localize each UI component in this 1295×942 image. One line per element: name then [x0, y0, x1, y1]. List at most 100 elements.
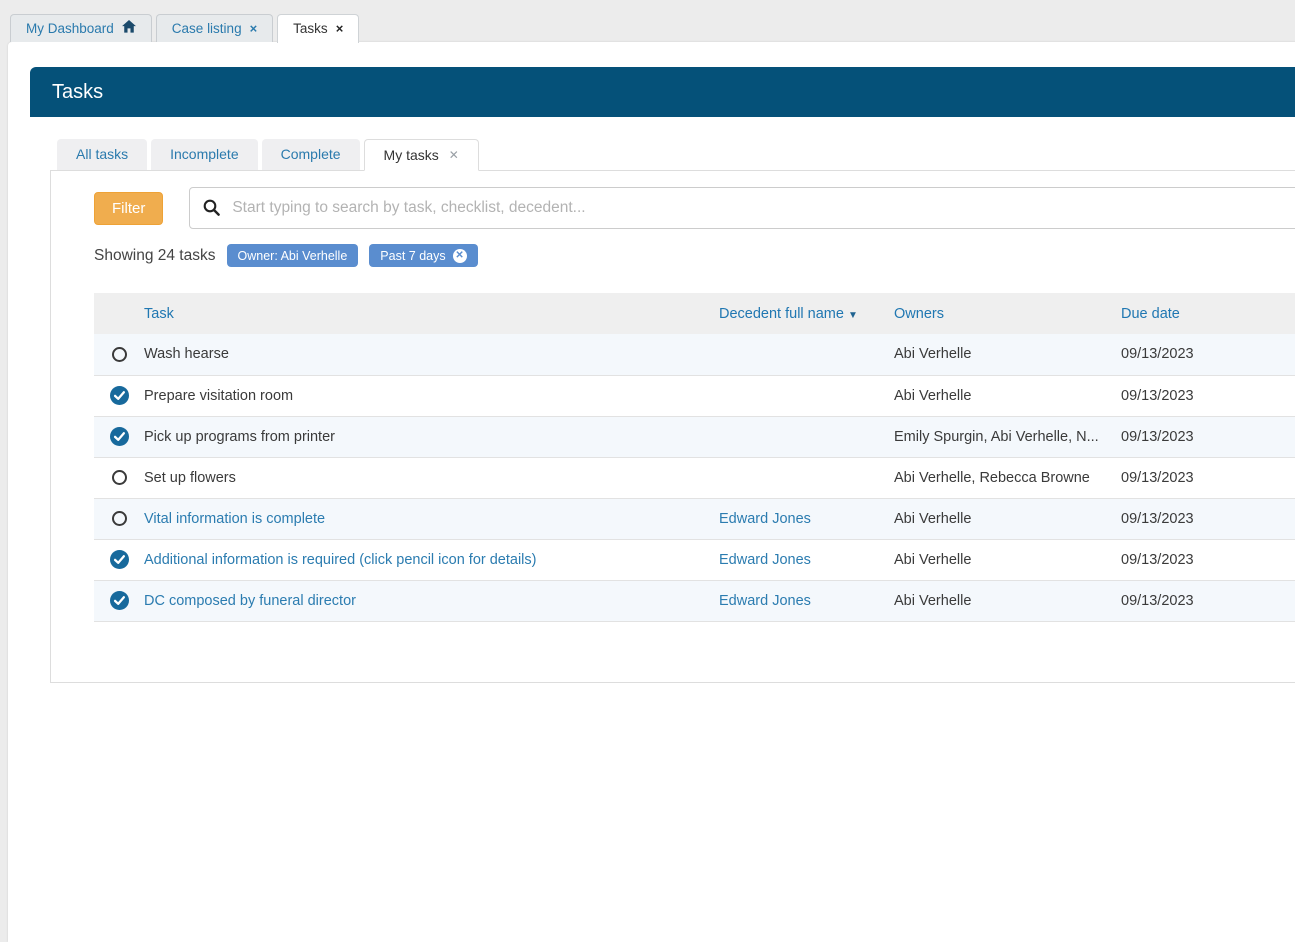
window-tab-bar: My Dashboard Case listing × Tasks × — [10, 14, 363, 43]
task-status-cell — [94, 375, 144, 416]
search-icon — [203, 199, 220, 216]
table-header-row: Task Decedent full name ▼ Owners Due date — [94, 293, 1295, 334]
task-incomplete-icon[interactable] — [112, 511, 127, 526]
column-header-label: Owners — [894, 306, 944, 322]
task-incomplete-icon[interactable] — [112, 347, 127, 362]
owners-cell: Abi Verhelle — [894, 334, 1121, 375]
task-status-cell — [94, 498, 144, 539]
task-complete-icon[interactable] — [110, 387, 129, 403]
view-tab-all-tasks[interactable]: All tasks — [57, 139, 147, 170]
remove-chip-icon[interactable]: ✕ — [453, 249, 467, 263]
summary-text: Showing 24 tasks — [94, 247, 216, 265]
task-label: Pick up programs from printer — [144, 429, 335, 445]
close-tab-icon[interactable]: × — [250, 21, 258, 36]
column-header-label: Task — [144, 306, 174, 322]
due-date-cell: 09/13/2023 — [1121, 416, 1295, 457]
task-status-cell — [94, 580, 144, 621]
due-date-cell: 09/13/2023 — [1121, 457, 1295, 498]
decedent-cell: Edward Jones — [719, 498, 894, 539]
filter-button[interactable]: Filter — [94, 192, 163, 225]
task-label[interactable]: DC composed by funeral director — [144, 593, 356, 609]
task-complete-icon[interactable] — [110, 551, 129, 567]
window-tab-label: Case listing — [172, 21, 242, 36]
view-tab-my-tasks[interactable]: My tasks ✕ — [364, 139, 479, 171]
filter-chips: Owner: Abi Verhelle Past 7 days ✕ — [216, 244, 478, 267]
task-label: Prepare visitation room — [144, 388, 293, 404]
home-icon — [122, 20, 136, 36]
tasks-panel: Filter Showing 24 tasks Owner: Abi Verhe… — [50, 170, 1295, 683]
owners-cell: Abi Verhelle — [894, 375, 1121, 416]
view-tab-bar: All tasks Incomplete Complete My tasks ✕ — [57, 139, 1295, 170]
task-status-cell — [94, 457, 144, 498]
task-complete-icon[interactable] — [110, 428, 129, 444]
summary-row: Showing 24 tasks Owner: Abi Verhelle Past… — [94, 244, 1295, 267]
due-date-cell: 09/13/2023 — [1121, 539, 1295, 580]
filter-chip-label: Owner: Abi Verhelle — [238, 249, 348, 263]
view-tab-incomplete[interactable]: Incomplete — [151, 139, 257, 170]
task-cell: Vital information is complete — [144, 498, 719, 539]
column-header-task[interactable]: Task — [144, 293, 719, 334]
decedent-link[interactable]: Edward Jones — [719, 552, 811, 568]
task-cell: DC composed by funeral director — [144, 580, 719, 621]
due-date-cell: 09/13/2023 — [1121, 334, 1295, 375]
table-row: Pick up programs from printerEmily Spurg… — [94, 416, 1295, 457]
search-box — [189, 187, 1295, 229]
task-label: Set up flowers — [144, 470, 236, 486]
decedent-cell: Edward Jones — [719, 539, 894, 580]
task-status-cell — [94, 334, 144, 375]
view-tab-complete[interactable]: Complete — [262, 139, 360, 170]
window-tab-tasks[interactable]: Tasks × — [277, 14, 359, 43]
search-input[interactable] — [189, 187, 1295, 229]
owners-cell: Abi Verhelle — [894, 580, 1121, 621]
column-header-owners[interactable]: Owners — [894, 293, 1121, 334]
tasks-table: Task Decedent full name ▼ Owners Due date Wa… — [94, 293, 1295, 622]
due-date-cell: 09/13/2023 — [1121, 580, 1295, 621]
page-header: Tasks — [30, 67, 1295, 117]
filter-chip-label: Past 7 days — [380, 249, 445, 263]
column-header-due-date[interactable]: Due date — [1121, 293, 1295, 334]
window-tab-case-listing[interactable]: Case listing × — [156, 14, 273, 42]
task-cell: Pick up programs from printer — [144, 416, 719, 457]
task-status-cell — [94, 539, 144, 580]
window-tab-my-dashboard[interactable]: My Dashboard — [10, 14, 152, 42]
window-tab-label: Tasks — [293, 21, 328, 36]
task-cell: Set up flowers — [144, 457, 719, 498]
table-row: Prepare visitation roomAbi Verhelle09/13… — [94, 375, 1295, 416]
table-row: Additional information is required (clic… — [94, 539, 1295, 580]
owners-cell: Abi Verhelle, Rebecca Browne — [894, 457, 1121, 498]
decedent-cell — [719, 334, 894, 375]
decedent-cell: Edward Jones — [719, 580, 894, 621]
view-tab-label: Complete — [281, 146, 341, 162]
table-row: Vital information is complete Edward Jone… — [94, 498, 1295, 539]
decedent-link[interactable]: Edward Jones — [719, 511, 811, 527]
task-cell: Additional information is required (clic… — [144, 539, 719, 580]
due-date-cell: 09/13/2023 — [1121, 498, 1295, 539]
table-row: Wash hearse Abi Verhelle09/13/2023 — [94, 334, 1295, 375]
owners-cell: Abi Verhelle — [894, 539, 1121, 580]
task-cell: Prepare visitation room — [144, 375, 719, 416]
decedent-cell — [719, 457, 894, 498]
page-title: Tasks — [30, 81, 103, 104]
task-label: Wash hearse — [144, 346, 229, 362]
column-header-label: Decedent full name — [719, 306, 844, 322]
task-label[interactable]: Vital information is complete — [144, 511, 325, 527]
task-cell: Wash hearse — [144, 334, 719, 375]
window-tab-label: My Dashboard — [26, 21, 114, 36]
sort-desc-icon: ▼ — [848, 310, 858, 321]
decedent-link[interactable]: Edward Jones — [719, 593, 811, 609]
filter-chip-owner-abi-verhelle: Owner: Abi Verhelle — [227, 244, 359, 267]
task-status-cell — [94, 416, 144, 457]
table-row: Set up flowers Abi Verhelle, Rebecca Brow… — [94, 457, 1295, 498]
task-complete-icon[interactable] — [110, 592, 129, 608]
view-tab-label: My tasks — [384, 147, 439, 163]
decedent-cell — [719, 375, 894, 416]
close-tab-icon[interactable]: × — [336, 21, 344, 36]
close-tab-icon[interactable]: ✕ — [449, 148, 459, 162]
task-incomplete-icon[interactable] — [112, 470, 127, 485]
view-tab-label: Incomplete — [170, 146, 238, 162]
view-tab-label: All tasks — [76, 146, 128, 162]
decedent-cell — [719, 416, 894, 457]
content-card: Tasks All tasks Incomplete Complete My task… — [8, 42, 1295, 942]
column-header-decedent-full-name[interactable]: Decedent full name ▼ — [719, 293, 894, 334]
task-label[interactable]: Additional information is required (clic… — [144, 552, 536, 568]
